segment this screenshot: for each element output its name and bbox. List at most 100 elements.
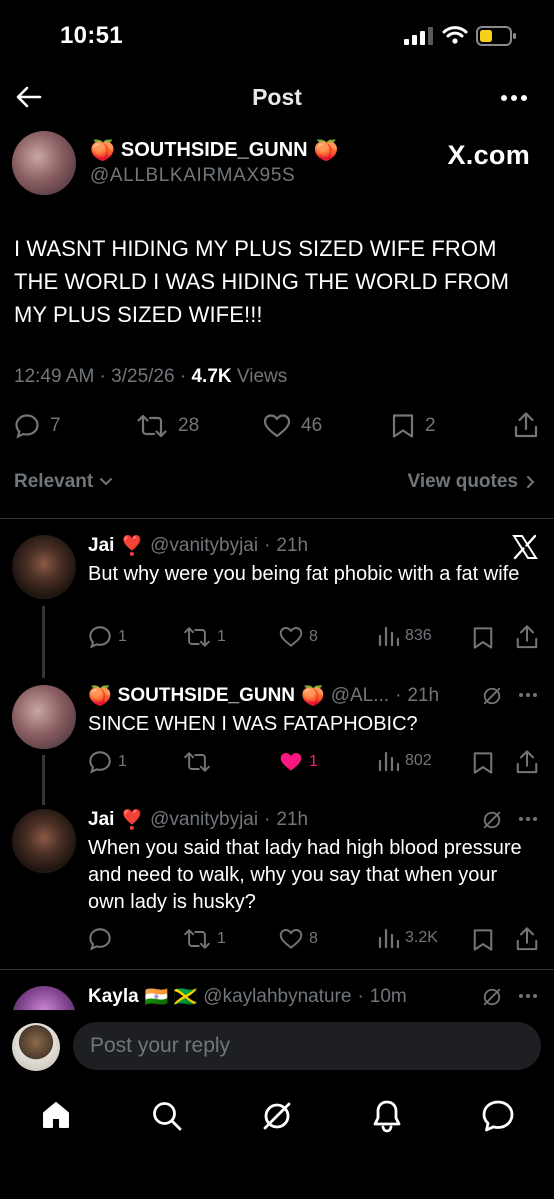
bookmark-icon	[392, 414, 414, 438]
avatar[interactable]	[12, 809, 76, 873]
messages-icon[interactable]	[481, 1099, 515, 1133]
reply-bookmark-button[interactable]	[472, 928, 494, 952]
more-options-icon[interactable]	[518, 993, 538, 999]
analytics-icon	[378, 751, 399, 772]
reply-time: 21h	[407, 685, 440, 706]
reply-views[interactable]: 3.2K	[377, 927, 438, 949]
reply-repost-button[interactable]	[183, 750, 211, 774]
reply-views[interactable]: 802	[377, 750, 432, 772]
avatar[interactable]	[12, 986, 76, 1010]
reply-comment-button[interactable]: 1	[88, 625, 127, 649]
bookmark-icon	[473, 752, 493, 774]
reply-like-button[interactable]: 8	[279, 625, 318, 649]
search-icon[interactable]	[151, 1100, 183, 1132]
thread-connector	[42, 755, 45, 805]
analytics-icon	[378, 928, 399, 949]
views-label: Views	[236, 366, 288, 387]
reply-bookmark-button[interactable]	[472, 751, 494, 775]
reply-text: SINCE WHEN I WAS FATAPHOBIC?	[88, 713, 418, 735]
grok-icon[interactable]	[482, 686, 502, 706]
reply-icon	[89, 626, 111, 649]
reply-time: 21h	[276, 535, 309, 556]
reply-handle[interactable]: @vanitybyjai	[150, 809, 258, 831]
reply-author-name[interactable]: SOUTHSIDE_GUNN	[118, 685, 295, 707]
repost-icon	[184, 929, 210, 949]
post-text: I WASNT HIDING MY PLUS SIZED WIFE FROM T…	[14, 236, 510, 327]
peach-emoji-icon: 🍑	[88, 686, 112, 707]
reply-author-name[interactable]: Jai	[88, 809, 114, 831]
post-metadata: 12:49 AM · 3/25/26 · 4.7K Views	[14, 366, 288, 387]
reply-like-button[interactable]: 8	[279, 927, 318, 951]
reply-header: Jai ❣️ @vanitybyjai · 21h	[88, 535, 309, 557]
reply-like-button[interactable]: 1	[279, 750, 318, 774]
page-title: Post	[252, 84, 302, 110]
grok-icon[interactable]	[482, 987, 502, 1007]
reply-header: Jai ❣️ @vanitybyjai · 21h	[88, 809, 309, 831]
repost-icon	[137, 414, 167, 438]
reply-share-button[interactable]	[515, 749, 539, 775]
author-avatar[interactable]	[12, 131, 76, 195]
peach-emoji-icon: 🍑	[90, 140, 115, 162]
reply-share-button[interactable]	[515, 926, 539, 952]
views-count: 4.7K	[191, 366, 232, 387]
reply-icon	[89, 928, 111, 951]
reply-author-name[interactable]: Kayla	[88, 986, 139, 1008]
thread-connector	[42, 606, 45, 678]
heart-icon	[263, 414, 291, 438]
reply-repost-button[interactable]: 1	[183, 927, 226, 951]
sort-dropdown[interactable]: Relevant	[14, 471, 113, 493]
more-options-icon[interactable]	[518, 692, 538, 698]
x-logo-icon	[512, 534, 538, 560]
home-icon[interactable]	[41, 1100, 71, 1130]
heart-exclamation-emoji-icon: ❣️	[120, 810, 145, 831]
share-button[interactable]	[513, 411, 539, 439]
analytics-icon	[378, 626, 399, 647]
repost-button[interactable]: 28	[136, 413, 199, 439]
share-icon	[516, 750, 538, 774]
repost-icon	[184, 627, 210, 647]
reply-share-button[interactable]	[515, 624, 539, 650]
avatar[interactable]	[12, 685, 76, 749]
more-options-icon[interactable]	[518, 816, 538, 822]
battery-icon	[476, 26, 518, 46]
peach-emoji-icon: 🍑	[313, 140, 339, 162]
bookmark-button[interactable]: 2	[391, 413, 436, 439]
reply-text: But why were you being fat phobic with a…	[88, 563, 520, 585]
author-name[interactable]: 🍑 SOUTHSIDE_GUNN 🍑	[90, 138, 339, 163]
my-avatar[interactable]	[12, 1023, 60, 1071]
avatar[interactable]	[12, 535, 76, 599]
share-icon	[514, 412, 538, 438]
reply-time: 21h	[276, 809, 309, 830]
author-handle[interactable]: @ALLBLKAIRMAX95S	[90, 165, 295, 187]
grok-icon[interactable]	[261, 1100, 293, 1132]
reply-partial-container: Kayla 🇮🇳 🇯🇲 @kaylahbynature · 10m	[0, 970, 554, 1010]
reply-comment-button[interactable]	[88, 927, 112, 951]
bookmark-icon	[473, 929, 493, 951]
view-quotes-link[interactable]: View quotes	[407, 471, 536, 493]
cellular-signal-icon	[404, 26, 434, 46]
more-options-icon[interactable]	[500, 94, 528, 102]
reply-input[interactable]: Post your reply	[73, 1022, 541, 1070]
reply-handle[interactable]: @AL...	[331, 685, 389, 707]
reply-handle[interactable]: @kaylahbynature	[203, 986, 351, 1008]
reply-header: 🍑 SOUTHSIDE_GUNN 🍑 @AL... · 21h	[88, 685, 440, 707]
bookmark-icon	[473, 627, 493, 649]
reply-repost-button[interactable]: 1	[183, 625, 226, 649]
reply-time: 10m	[369, 986, 407, 1007]
reply-comment-button[interactable]: 1	[88, 750, 127, 774]
x-com-badge: X.com	[447, 140, 530, 170]
divider	[0, 518, 554, 519]
notifications-bell-icon[interactable]	[372, 1099, 402, 1133]
heart-exclamation-emoji-icon: ❣️	[120, 536, 145, 557]
reply-views[interactable]: 836	[377, 625, 432, 647]
reply-icon	[89, 751, 111, 774]
reply-author-name[interactable]: Jai	[88, 535, 114, 557]
reply-button[interactable]: 7	[14, 413, 61, 439]
heart-icon	[279, 929, 303, 949]
status-time: 10:51	[60, 22, 123, 49]
reply-bookmark-button[interactable]	[472, 626, 494, 650]
reply-handle[interactable]: @vanitybyjai	[150, 535, 258, 557]
grok-icon[interactable]	[482, 810, 502, 830]
like-button[interactable]: 46	[263, 413, 322, 439]
reply-text: When you said that lady had high blood p…	[88, 837, 522, 913]
